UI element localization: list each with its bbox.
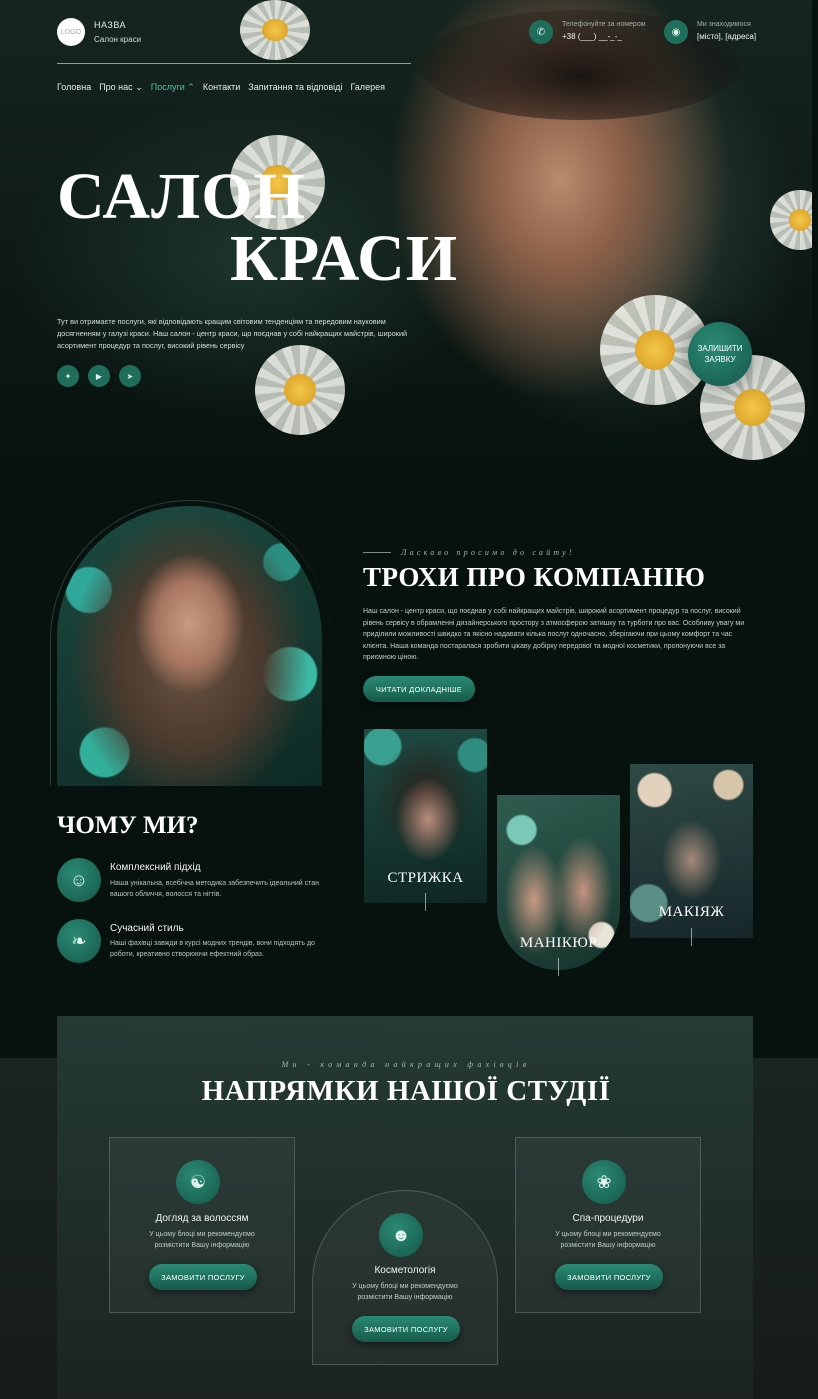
chevron-up-icon: ⌃ (187, 82, 195, 92)
hair-icon: ❧ (57, 919, 101, 963)
feature-title: Комплексний підхід (110, 862, 201, 873)
card-label-makeup: МАКІЯЖ (658, 904, 725, 920)
service-name: Косметологія (374, 1265, 436, 1276)
brand-subtitle: Салон краси (94, 35, 142, 44)
spa-icon: ❀ (582, 1160, 626, 1204)
brand-name: НАЗВА (94, 20, 127, 30)
telegram-icon[interactable]: ➤ (119, 365, 141, 387)
why-title: ЧОМУ МИ? (57, 812, 199, 839)
logo[interactable]: LOGO (57, 18, 85, 46)
hero-section: LOGO НАЗВА Салон краси ✆ Телефонуйте за … (0, 0, 812, 500)
order-service-button[interactable]: ЗАМОВИТИ ПОСЛУГУ (352, 1316, 460, 1342)
feature-title: Сучасний стиль (110, 923, 184, 934)
main-nav: Головна Про нас ⌄ Послуги ⌃ Контакти Зап… (57, 82, 385, 93)
service-name: Догляд за волоссям (155, 1213, 249, 1224)
hero-title-line2: КРАСИ (230, 222, 459, 295)
phone-value[interactable]: +38 (___) __-_-_ (562, 32, 622, 41)
card-label-manicure: МАНІКЮР (519, 935, 598, 951)
youtube-icon[interactable]: ▶ (88, 365, 110, 387)
location-value: [місто], [адреса] (697, 32, 757, 41)
nav-item-contacts[interactable]: Контакти (203, 82, 240, 93)
card-label-haircut: СТРИЖКА (387, 870, 464, 886)
services-title: НАПРЯМКИ НАШОЇ СТУДІЇ (201, 1075, 611, 1107)
about-text: Наш салон - центр краси, що поєднав у со… (363, 608, 745, 662)
card-tick (425, 893, 426, 911)
nav-item-about[interactable]: Про нас ⌄ (99, 82, 143, 93)
welcome-text: Ласкаво просимо до сайту! (401, 548, 575, 557)
nav-item-gallery[interactable]: Галерея (350, 82, 385, 93)
service-text: У цьому блоці ми рекомендуємо розмістити… (352, 1283, 458, 1301)
service-cosmetology: ☻ Косметологія У цьому блоці ми рекоменд… (312, 1190, 498, 1365)
card-tick (558, 958, 559, 976)
phone-label: Телефонуйте за номером (562, 21, 646, 28)
feature-text: Наша унікальна, всебічна методика забезп… (110, 880, 320, 898)
about-photo (57, 506, 322, 786)
team-tagline: Ми - команда найкращих фахівців (281, 1060, 531, 1069)
daisy-decoration (770, 190, 812, 250)
welcome-divider (363, 552, 391, 553)
hero-description: Тут ви отримаєте послуги, які відповідаю… (57, 317, 408, 350)
card-tick (691, 928, 692, 946)
nav-item-about-label: Про нас (99, 82, 133, 92)
nav-item-faq[interactable]: Запитання та відповіді (248, 82, 342, 93)
service-spa: ❀ Спа-процедури У цьому блоці ми рекомен… (515, 1137, 701, 1313)
phone-icon: ✆ (529, 20, 553, 44)
service-card-makeup[interactable]: МАКІЯЖ (630, 764, 753, 938)
daisy-decoration (255, 345, 345, 435)
face-icon: ☺ (57, 858, 101, 902)
hero-title: САЛОН КРАСИ (57, 164, 459, 295)
location-label: Ми знаходимося (697, 21, 751, 28)
welcome-row: Ласкаво просимо до сайту! (363, 548, 575, 557)
order-service-button[interactable]: ЗАМОВИТИ ПОСЛУГУ (555, 1264, 663, 1290)
service-card-haircut[interactable]: СТРИЖКА (364, 729, 487, 903)
about-title: ТРОХИ ПРО КОМПАНІЮ (363, 562, 706, 592)
nav-item-home[interactable]: Головна (57, 82, 91, 93)
cosmetology-icon: ☻ (379, 1213, 423, 1257)
service-text: У цьому блоці ми рекомендуємо розмістити… (149, 1231, 255, 1249)
service-name: Спа-процедури (572, 1213, 644, 1224)
order-service-button[interactable]: ЗАМОВИТИ ПОСЛУГУ (149, 1264, 257, 1290)
leave-request-button[interactable]: ЗАЛИШИТИ ЗАЯВКУ (688, 322, 752, 386)
service-hair-care: ☯ Догляд за волоссям У цьому блоці ми ре… (109, 1137, 295, 1313)
feature-text: Наші фахівці завжди в курсі модних тренд… (110, 940, 315, 958)
hair-care-icon: ☯ (176, 1160, 220, 1204)
service-text: У цьому блоці ми рекомендуємо розмістити… (555, 1231, 661, 1249)
read-more-button[interactable]: ЧИТАТИ ДОКЛАДНІШЕ (363, 676, 475, 702)
chevron-down-icon: ⌄ (135, 82, 143, 92)
header: LOGO НАЗВА Салон краси (57, 18, 757, 64)
location-pin-icon: ◉ (664, 20, 688, 44)
service-card-manicure[interactable]: МАНІКЮР (497, 795, 620, 970)
nav-item-services-label: Послуги (150, 82, 185, 92)
nav-item-services[interactable]: Послуги ⌃ (151, 82, 195, 93)
social-links: ✦ ▶ ➤ (57, 365, 141, 387)
header-divider (57, 63, 411, 64)
twitter-icon[interactable]: ✦ (57, 365, 79, 387)
